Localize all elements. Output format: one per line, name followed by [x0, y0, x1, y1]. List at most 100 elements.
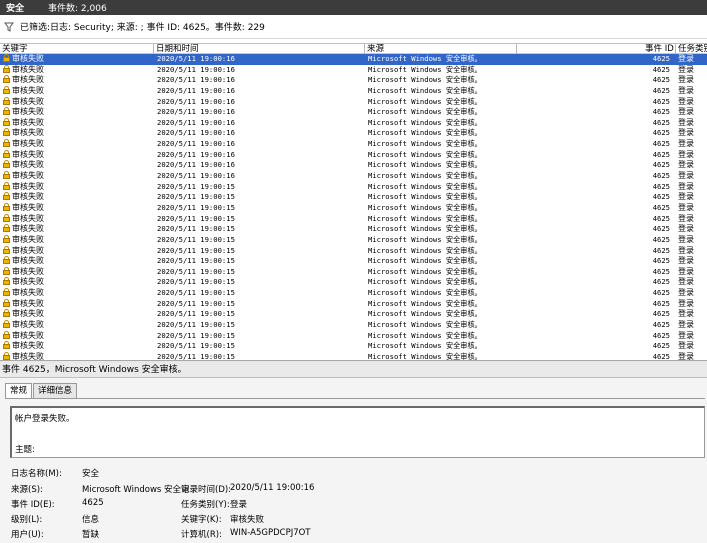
- table-row[interactable]: 审核失败 2020/5/11 19:00:15 Microsoft Windows …: [0, 288, 707, 299]
- lock-icon: [3, 160, 10, 169]
- cell-event-id: 4625: [652, 266, 670, 276]
- col-source[interactable]: 来源: [367, 44, 384, 54]
- value-log-name: 安全: [82, 469, 100, 479]
- cell-event-id: 4625: [652, 330, 670, 340]
- table-row[interactable]: 审核失败 2020/5/11 19:00:15 Microsoft Windows …: [0, 245, 707, 257]
- table-row[interactable]: 审核失败 2020/5/11 19:00:15 Microsoft Windows …: [0, 277, 707, 288]
- table-row[interactable]: 审核失败 2020/5/11 19:00:16 Microsoft Windows …: [0, 171, 707, 182]
- table-row[interactable]: 审核失败 2020/5/11 19:00:16 Microsoft Windows …: [0, 64, 707, 76]
- cell-source: Microsoft Windows 安全审核。: [368, 341, 482, 351]
- table-row[interactable]: 审核失败 2020/5/11 19:00:15 Microsoft Windows …: [0, 224, 707, 235]
- cell-event-id: 4625: [652, 128, 670, 138]
- cell-source: Microsoft Windows 安全审核。: [368, 75, 482, 85]
- table-row[interactable]: 审核失败 2020/5/11 19:00:15 Microsoft Windows …: [0, 266, 707, 278]
- label-logged: 记录时间(D):: [181, 485, 232, 495]
- cell-keyword: 审核失败: [12, 192, 44, 202]
- tab-general[interactable]: 常规: [5, 383, 33, 399]
- table-row[interactable]: 审核失败 2020/5/11 19:00:15 Microsoft Windows …: [0, 320, 707, 331]
- cell-category: 登录: [678, 351, 694, 360]
- cell-source: Microsoft Windows 安全审核。: [368, 288, 482, 298]
- col-date[interactable]: 日期和时间: [156, 44, 199, 54]
- col-event-id[interactable]: 事件 ID: [645, 44, 674, 54]
- cell-source: Microsoft Windows 安全审核。: [368, 256, 482, 266]
- cell-keyword: 审核失败: [12, 107, 44, 117]
- table-row[interactable]: 审核失败 2020/5/11 19:00:15 Microsoft Windows …: [0, 341, 707, 352]
- table-row[interactable]: 审核失败 2020/5/11 19:00:16 Microsoft Windows …: [0, 149, 707, 161]
- cell-event-id: 4625: [652, 54, 670, 63]
- table-row[interactable]: 审核失败 2020/5/11 19:00:16 Microsoft Windows …: [0, 85, 707, 97]
- cell-event-id: 4625: [652, 288, 670, 298]
- description-line2: 主题:: [15, 445, 35, 455]
- table-row[interactable]: 审核失败 2020/5/11 19:00:15 Microsoft Windows …: [0, 181, 707, 193]
- cell-keyword: 审核失败: [12, 54, 44, 63]
- cell-keyword: 审核失败: [12, 149, 44, 159]
- event-description[interactable]: 帐户登录失败。 主题:: [10, 406, 705, 458]
- cell-category: 登录: [678, 117, 694, 127]
- table-row[interactable]: 审核失败 2020/5/11 19:00:16 Microsoft Windows …: [0, 96, 707, 108]
- lock-icon: [3, 139, 10, 148]
- cell-category: 登录: [678, 85, 694, 95]
- lock-icon: [3, 107, 10, 116]
- table-row[interactable]: 审核失败 2020/5/11 19:00:15 Microsoft Windows …: [0, 330, 707, 342]
- col-keyword[interactable]: 关键字: [2, 44, 28, 54]
- log-title: 安全: [6, 4, 25, 14]
- cell-keyword: 审核失败: [12, 320, 44, 330]
- table-row[interactable]: 审核失败 2020/5/11 19:00:16 Microsoft Windows …: [0, 139, 707, 150]
- table-row[interactable]: 审核失败 2020/5/11 19:00:15 Microsoft Windows …: [0, 213, 707, 225]
- table-row[interactable]: 审核失败 2020/5/11 19:00:15 Microsoft Windows …: [0, 298, 707, 310]
- cell-keyword: 审核失败: [12, 245, 44, 255]
- lock-icon: [3, 117, 10, 126]
- table-row[interactable]: 审核失败 2020/5/11 19:00:16 Microsoft Windows …: [0, 107, 707, 118]
- lock-icon: [3, 266, 10, 275]
- cell-keyword: 审核失败: [12, 351, 44, 360]
- cell-category: 登录: [678, 256, 694, 266]
- cell-keyword: 审核失败: [12, 75, 44, 85]
- cell-keyword: 审核失败: [12, 96, 44, 106]
- filter-text: 已筛选:日志: Security; 来源: ; 事件 ID: 4625。事件数:…: [20, 23, 265, 33]
- cell-keyword: 审核失败: [12, 181, 44, 191]
- table-row[interactable]: 审核失败 2020/5/11 19:00:16 Microsoft Windows …: [0, 117, 707, 129]
- cell-keyword: 审核失败: [12, 128, 44, 138]
- cell-date: 2020/5/11 19:00:16: [157, 117, 235, 127]
- lock-icon: [3, 128, 10, 137]
- cell-category: 登录: [678, 192, 694, 202]
- table-row[interactable]: 审核失败 2020/5/11 19:00:15 Microsoft Windows …: [0, 192, 707, 203]
- lock-icon: [3, 224, 10, 233]
- col-category[interactable]: 任务类别: [678, 44, 707, 54]
- lock-icon: [3, 149, 10, 158]
- table-row[interactable]: 审核失败 2020/5/11 19:00:16 Microsoft Windows …: [0, 75, 707, 86]
- value-computer: WIN-A5GPDCPJ7OT: [230, 528, 311, 538]
- table-row[interactable]: 审核失败 2020/5/11 19:00:15 Microsoft Windows …: [0, 234, 707, 246]
- table-row[interactable]: 审核失败 2020/5/11 19:00:15 Microsoft Windows …: [0, 351, 707, 360]
- cell-category: 登录: [678, 139, 694, 149]
- lock-icon: [3, 245, 10, 254]
- cell-keyword: 审核失败: [12, 139, 44, 149]
- table-row[interactable]: 审核失败 2020/5/11 19:00:15 Microsoft Windows …: [0, 256, 707, 267]
- lock-icon: [3, 298, 10, 307]
- cell-keyword: 审核失败: [12, 64, 44, 74]
- cell-category: 登录: [678, 288, 694, 298]
- table-row[interactable]: 审核失败 2020/5/11 19:00:16 Microsoft Windows …: [0, 54, 707, 65]
- table-row[interactable]: 审核失败 2020/5/11 19:00:16 Microsoft Windows …: [0, 128, 707, 139]
- table-row[interactable]: 审核失败 2020/5/11 19:00:15 Microsoft Windows …: [0, 202, 707, 214]
- label-level: 级别(L):: [11, 515, 43, 525]
- cell-event-id: 4625: [652, 309, 670, 319]
- cell-category: 登录: [678, 128, 694, 138]
- tab-details[interactable]: 详细信息: [33, 383, 78, 398]
- event-list[interactable]: 关键字 日期和时间 来源 事件 ID 任务类别 审核失败 2020/5/11 19…: [0, 43, 707, 360]
- cell-source: Microsoft Windows 安全审核。: [368, 234, 482, 244]
- cell-keyword: 审核失败: [12, 171, 44, 181]
- label-user: 用户(U):: [11, 530, 44, 540]
- lock-icon: [3, 234, 10, 243]
- lock-icon: [3, 309, 10, 318]
- cell-keyword: 审核失败: [12, 213, 44, 223]
- cell-source: Microsoft Windows 安全审核。: [368, 64, 482, 74]
- cell-keyword: 审核失败: [12, 277, 44, 287]
- table-row[interactable]: 审核失败 2020/5/11 19:00:16 Microsoft Windows …: [0, 160, 707, 171]
- value-source: Microsoft Windows 安全审: [82, 485, 190, 495]
- cell-source: Microsoft Windows 安全审核。: [368, 139, 482, 149]
- cell-date: 2020/5/11 19:00:16: [157, 128, 235, 138]
- cell-source: Microsoft Windows 安全审核。: [368, 149, 482, 159]
- cell-source: Microsoft Windows 安全审核。: [368, 266, 482, 276]
- table-row[interactable]: 审核失败 2020/5/11 19:00:15 Microsoft Windows …: [0, 309, 707, 320]
